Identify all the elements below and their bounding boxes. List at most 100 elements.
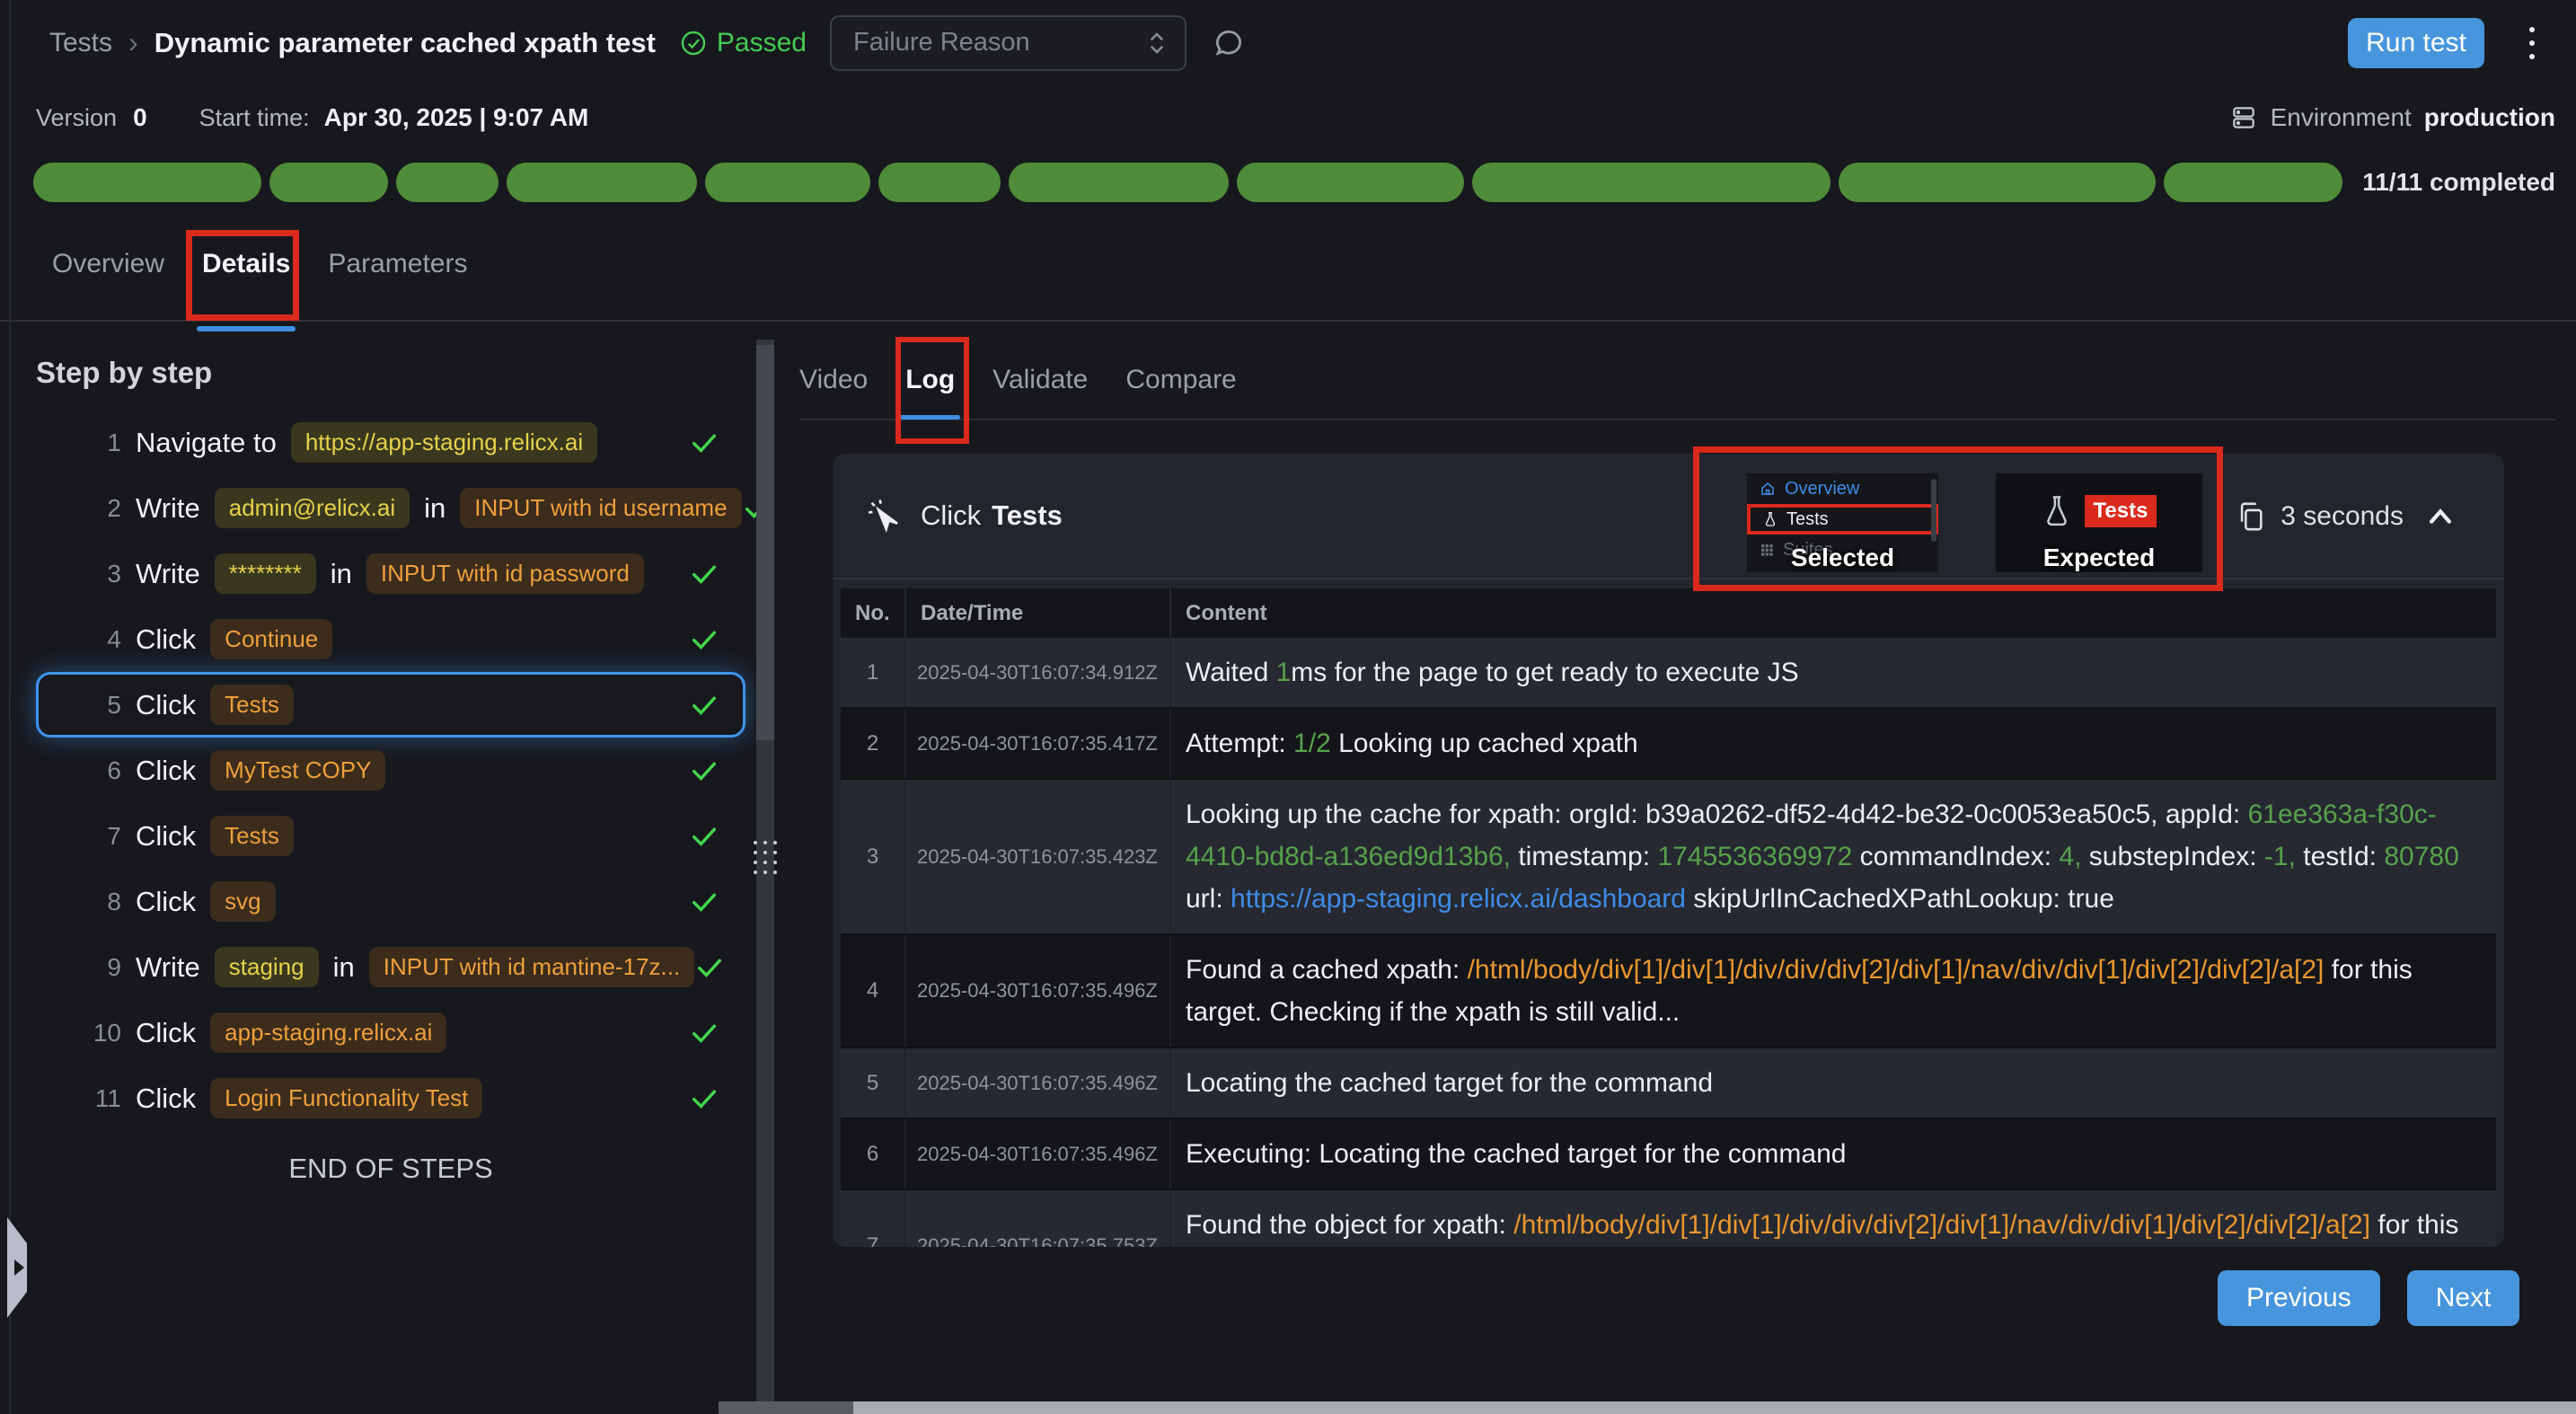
passed-check-icon xyxy=(679,29,708,57)
step-number: 6 xyxy=(57,756,121,785)
progress-segments xyxy=(33,163,2342,202)
horizontal-scrollbar-thumb[interactable] xyxy=(853,1401,2576,1414)
selected-screenshot-thumbnail[interactable]: OverviewTestsSuites Selected xyxy=(1747,473,1938,572)
progress-segment[interactable] xyxy=(2164,163,2342,202)
version-label: Version xyxy=(36,104,117,132)
step-number: 4 xyxy=(57,625,121,654)
collapse-chevron-icon[interactable] xyxy=(2425,503,2456,530)
step-action: Click xyxy=(136,886,196,918)
progress-completed-text: 11/11 completed xyxy=(2362,168,2555,197)
detail-tabs: Video Log Validate Compare xyxy=(799,350,2555,420)
environment-value: production xyxy=(2424,103,2555,132)
check-icon xyxy=(694,954,725,981)
step-row[interactable]: 2Writeadmin@relicx.aiinINPUT with id use… xyxy=(36,475,745,541)
panel-splitter[interactable] xyxy=(756,340,774,1414)
tab-log[interactable]: Log xyxy=(905,365,955,395)
step-number: 10 xyxy=(57,1019,121,1047)
progress-segment[interactable] xyxy=(878,163,1001,202)
tab-compare[interactable]: Compare xyxy=(1125,365,1236,395)
log-row-timestamp: 2025-04-30T16:07:35.496Z xyxy=(906,1119,1171,1189)
comment-icon[interactable] xyxy=(1212,26,1246,60)
check-icon xyxy=(689,823,719,850)
step-row[interactable]: 4ClickContinue xyxy=(36,606,745,672)
step-row[interactable]: 10 Click app-staging.relicx.ai xyxy=(36,1000,745,1065)
check-icon xyxy=(689,888,719,915)
tab-parameters[interactable]: Parameters xyxy=(328,249,467,279)
failure-reason-select[interactable]: Failure Reason xyxy=(830,15,1187,71)
progress-segment[interactable] xyxy=(1009,163,1229,202)
mini-nav-label: Overview xyxy=(1785,479,1859,499)
step-action: Write xyxy=(136,951,200,984)
start-time-label: Start time: xyxy=(199,104,310,132)
expected-screenshot-thumbnail[interactable]: Tests Expected xyxy=(1996,473,2202,572)
step-target-pill: INPUT with id username xyxy=(460,488,741,528)
flask-icon xyxy=(2042,494,2072,528)
duration-group: 3 seconds xyxy=(2236,454,2456,579)
progress-segment[interactable] xyxy=(1839,163,2156,202)
next-button[interactable]: Next xyxy=(2407,1270,2520,1326)
progress-segment[interactable] xyxy=(705,163,871,202)
version-value: 0 xyxy=(133,103,147,132)
log-row: 42025-04-30T16:07:35.496ZFound a cached … xyxy=(841,935,2496,1048)
tab-details[interactable]: Details xyxy=(202,249,290,279)
step-row[interactable]: 9WritestaginginINPUT with id mantine-17z… xyxy=(36,934,745,1000)
step-action: Click xyxy=(136,623,196,656)
progress-segment[interactable] xyxy=(1237,163,1465,202)
log-row-number: 4 xyxy=(841,935,906,1047)
progress-segment[interactable] xyxy=(1472,163,1830,202)
progress-segment[interactable] xyxy=(33,163,261,202)
tab-validate[interactable]: Validate xyxy=(992,365,1088,395)
step-row[interactable]: 5ClickTests xyxy=(36,672,745,738)
check-icon xyxy=(689,692,719,719)
check-icon xyxy=(689,757,719,784)
progress-segment[interactable] xyxy=(396,163,498,202)
mini-nav-item: Tests xyxy=(1747,504,1938,535)
step-action: Click xyxy=(136,1017,196,1049)
step-action: Write xyxy=(136,492,200,525)
log-row-number: 5 xyxy=(841,1048,906,1118)
step-row[interactable]: 6ClickMyTest COPY xyxy=(36,738,745,803)
log-row-content: Locating the cached target for the comma… xyxy=(1171,1048,2496,1118)
steps-scrollbar-thumb[interactable] xyxy=(756,345,774,740)
log-table: No. Date/Time Content 12025-04-30T16:07:… xyxy=(841,588,2496,1247)
log-row-timestamp: 2025-04-30T16:07:35.423Z xyxy=(906,780,1171,933)
tab-overview[interactable]: Overview xyxy=(52,249,164,279)
step-row[interactable]: 11ClickLogin Functionality Test xyxy=(36,1065,745,1131)
step-action: Write xyxy=(136,558,200,590)
status-text: Passed xyxy=(717,28,807,58)
step-row[interactable]: 8Clicksvg xyxy=(36,869,745,934)
page-title: Dynamic parameter cached xpath test xyxy=(154,27,656,59)
log-row-timestamp: 2025-04-30T16:07:35.496Z xyxy=(906,935,1171,1047)
tab-video[interactable]: Video xyxy=(799,365,868,395)
breadcrumb-root[interactable]: Tests xyxy=(49,28,112,58)
check-icon xyxy=(689,626,719,653)
right-arrow-icon xyxy=(14,1259,24,1276)
log-row: 12025-04-30T16:07:34.912ZWaited 1ms for … xyxy=(841,638,2496,709)
horizontal-scrollbar-track[interactable] xyxy=(719,1401,853,1414)
log-command-action: Click xyxy=(921,499,981,532)
step-action: Click xyxy=(136,820,196,853)
copy-icon[interactable] xyxy=(2236,499,2266,534)
step-value-pill: staging xyxy=(215,947,319,987)
step-row[interactable]: 1Navigate tohttps://app-staging.relicx.a… xyxy=(36,410,745,475)
status-badge: Passed xyxy=(679,28,807,58)
previous-button[interactable]: Previous xyxy=(2218,1270,2380,1326)
side-panel-expand-handle[interactable] xyxy=(7,1217,27,1318)
log-row-number: 2 xyxy=(841,709,906,778)
check-icon xyxy=(689,1085,719,1112)
run-test-button[interactable]: Run test xyxy=(2348,18,2484,68)
more-options-icon[interactable] xyxy=(2524,22,2540,65)
check-icon xyxy=(689,1020,719,1047)
splitter-drag-handle-icon[interactable] xyxy=(754,841,777,874)
progress-segment[interactable] xyxy=(269,163,388,202)
step-joiner: in xyxy=(333,951,355,984)
step-target-pill: app-staging.relicx.ai xyxy=(210,1012,446,1053)
progress-segment[interactable] xyxy=(507,163,697,202)
flask-icon xyxy=(1763,511,1778,527)
log-command-target: Tests xyxy=(992,499,1063,532)
log-rows: 12025-04-30T16:07:34.912ZWaited 1ms for … xyxy=(841,638,2496,1247)
step-row[interactable]: 7ClickTests xyxy=(36,803,745,869)
step-row[interactable]: 3Write********inINPUT with id password xyxy=(36,541,745,606)
breadcrumb-separator: › xyxy=(128,26,138,59)
log-row: 52025-04-30T16:07:35.496ZLocating the ca… xyxy=(841,1048,2496,1119)
